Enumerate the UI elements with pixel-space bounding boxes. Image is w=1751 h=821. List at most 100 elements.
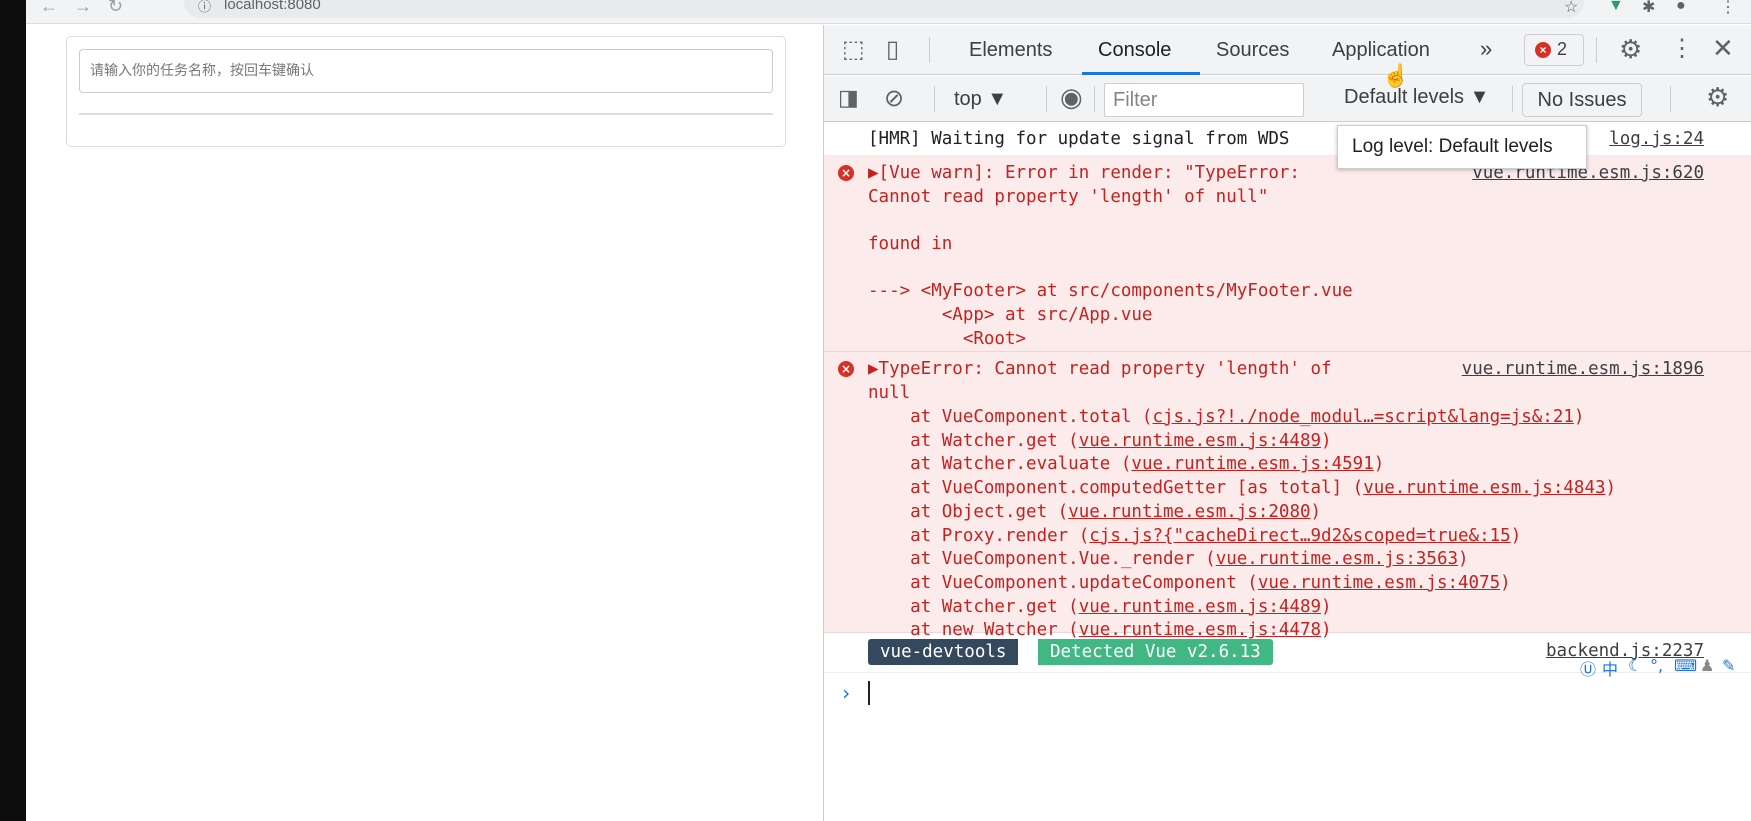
log-levels-dropdown[interactable]: Default levels ▼ xyxy=(1344,86,1489,109)
console-settings-gear-icon[interactable]: ⚙ xyxy=(1706,82,1729,113)
reload-icon[interactable]: ↻ xyxy=(108,0,123,17)
issues-button[interactable]: No Issues xyxy=(1522,83,1642,117)
error-line: Cannot read property 'length' of null" xyxy=(868,187,1269,207)
more-tabs-icon[interactable]: » xyxy=(1480,36,1492,62)
text-caret xyxy=(868,681,870,705)
separator xyxy=(934,86,935,112)
clear-console-icon[interactable]: ⊘ xyxy=(884,84,904,113)
error-line: found in xyxy=(868,234,953,254)
vue-devtools-badge: vue-devtools xyxy=(868,639,1019,665)
stack-frame-link[interactable]: cjs.js?!./node_modul…=script&lang=js&:21 xyxy=(1152,407,1573,427)
stack-frame: at Watcher.get (vue.runtime.esm.js:4489) xyxy=(868,429,1331,453)
log-message: [HMR] Waiting for update signal from WDS… xyxy=(824,122,1751,156)
wrench-icon[interactable]: ✎ xyxy=(1722,656,1735,675)
separator xyxy=(1512,86,1513,112)
keyboard-icon[interactable]: ⌨ xyxy=(1674,656,1697,675)
hand-cursor-icon: ☝ xyxy=(1382,63,1410,88)
devtools-tabbar: ⬚ ▯ Elements Console Sources Application… xyxy=(824,25,1751,75)
error-line: <Root> xyxy=(868,329,1027,349)
stack-frame-suffix: ) xyxy=(1373,454,1385,475)
separator xyxy=(1670,86,1671,112)
stack-frame-suffix: ) xyxy=(1310,501,1322,522)
todo-divider xyxy=(79,113,773,115)
stack-frame-text: at Watcher.get ( xyxy=(868,430,1079,451)
stack-frame-link[interactable]: vue.runtime.esm.js:4591 xyxy=(1131,454,1373,474)
stack-frame-suffix: ) xyxy=(1321,596,1332,617)
console-toolbar: ◨ ⊘ top ▼ ◉ Default levels ▼ No Issues ⚙ xyxy=(824,76,1751,122)
tab-application[interactable]: Application xyxy=(1332,39,1430,62)
log-level-tooltip: Log level: Default levels xyxy=(1337,125,1587,169)
more-options-icon[interactable]: ⋮ xyxy=(1670,34,1694,63)
stack-frame-link[interactable]: cjs.js?{"cacheDirect…9d2&scoped=true&:15 xyxy=(1089,526,1510,546)
tab-sources[interactable]: Sources xyxy=(1216,39,1289,62)
inspect-element-icon[interactable]: ⬚ xyxy=(842,35,865,64)
ime-logo-icon[interactable]: Ⓤ xyxy=(1580,656,1596,680)
stack-frame-link[interactable]: vue.runtime.esm.js:4843 xyxy=(1363,478,1605,498)
gear-icon[interactable]: ⚙ xyxy=(1619,34,1642,65)
stack-frame: at Watcher.get (vue.runtime.esm.js:4489) xyxy=(868,595,1332,619)
arrow-right-icon[interactable]: → xyxy=(74,0,92,17)
close-icon[interactable]: ✕ xyxy=(1712,33,1734,64)
todo-input[interactable] xyxy=(79,49,773,93)
log-text: [HMR] Waiting for update signal from WDS xyxy=(868,129,1290,149)
prompt-chevron-icon: › xyxy=(840,681,853,705)
devtools-panel: ⬚ ▯ Elements Console Sources Application… xyxy=(823,25,1751,821)
stack-frame-link[interactable]: vue.runtime.esm.js:4075 xyxy=(1258,573,1500,593)
sidebar-toggle-icon[interactable]: ◨ xyxy=(838,85,859,111)
profile-icon[interactable]: ● xyxy=(1676,0,1686,15)
stack-frame: at Proxy.render (cjs.js?{"cacheDirect…9d… xyxy=(868,524,1521,548)
error-count: 2 xyxy=(1557,39,1568,59)
error-line: ---> <MyFooter> at src/components/MyFoot… xyxy=(868,281,1353,301)
stack-frame: at Watcher.evaluate (vue.runtime.esm.js:… xyxy=(868,452,1384,476)
stack-frame: at VueComponent.total (cjs.js?!./node_mo… xyxy=(868,405,1584,429)
stack-frame-suffix: ) xyxy=(1605,478,1617,499)
browser-toolbar: ← → ↻ ⓘ localhost:8080 ☆ ▼ ✱ ● ⋮ xyxy=(26,0,1751,24)
device-toolbar-icon[interactable]: ▯ xyxy=(886,35,899,64)
error-icon: × xyxy=(1535,42,1551,58)
stack-frame-text: at Watcher.get ( xyxy=(868,596,1079,617)
star-icon[interactable]: ☆ xyxy=(1564,0,1578,17)
stack-frame: at VueComponent.updateComponent (vue.run… xyxy=(868,571,1511,595)
arrow-left-icon[interactable]: ← xyxy=(40,0,58,17)
source-link[interactable]: log.js:24 xyxy=(1609,127,1704,151)
error-line[interactable]: ▶TypeError: Cannot read property 'length… xyxy=(868,357,1332,381)
stack-frame-link[interactable]: vue.runtime.esm.js:3563 xyxy=(1216,549,1458,569)
error-line: null xyxy=(868,383,911,403)
moon-icon[interactable]: ☾ xyxy=(1628,656,1642,675)
puzzle-icon[interactable]: ✱ xyxy=(1642,0,1655,17)
error-line: <App> at src/App.vue xyxy=(868,305,1153,325)
separator xyxy=(1596,37,1597,63)
context-select[interactable]: top ▼ xyxy=(954,88,1007,111)
stack-frame-link[interactable]: vue.runtime.esm.js:4489 xyxy=(1079,597,1321,617)
menu-icon[interactable]: ⋮ xyxy=(1720,0,1736,17)
separator xyxy=(1046,86,1047,112)
vue-extension-icon[interactable]: ▼ xyxy=(1608,0,1624,15)
source-link[interactable]: vue.runtime.esm.js:1896 xyxy=(1462,357,1704,381)
separator xyxy=(929,37,930,63)
eye-icon[interactable]: ◉ xyxy=(1060,82,1083,113)
stack-frame-text: at VueComponent.total ( xyxy=(868,407,1153,427)
stack-frame-text: at VueComponent.updateComponent ( xyxy=(868,572,1258,593)
address-bar[interactable]: ⓘ localhost:8080 xyxy=(184,0,1584,18)
stack-frame-text: at Watcher.evaluate ( xyxy=(868,454,1132,475)
console-output: [HMR] Waiting for update signal from WDS… xyxy=(824,122,1751,821)
user-icon[interactable]: ♟ xyxy=(1700,656,1714,675)
filter-input[interactable] xyxy=(1104,83,1304,117)
tab-elements[interactable]: Elements xyxy=(969,39,1052,62)
tab-console[interactable]: Console xyxy=(1098,39,1171,62)
vue-detected-badge: Detected Vue v2.6.13 xyxy=(1038,639,1273,665)
address-url[interactable]: localhost:8080 xyxy=(224,0,321,13)
stack-frame-suffix: ) xyxy=(1573,407,1585,427)
stack-frame-link[interactable]: vue.runtime.esm.js:4489 xyxy=(1079,431,1321,451)
active-tab-indicator xyxy=(1082,72,1200,75)
info-icon[interactable]: ⓘ xyxy=(198,0,211,15)
error-message: × ▶[Vue warn]: Error in render: "TypeErr… xyxy=(824,156,1751,352)
todo-card xyxy=(66,36,786,147)
stack-frame-suffix: ) xyxy=(1500,572,1511,593)
error-line[interactable]: ▶[Vue warn]: Error in render: "TypeError… xyxy=(868,161,1300,185)
stack-frame-suffix: ) xyxy=(1510,525,1522,546)
punctuation-icon[interactable]: °, xyxy=(1650,656,1663,675)
ime-chinese-mode[interactable]: 中 xyxy=(1602,656,1618,680)
error-count-badge[interactable]: × 2 xyxy=(1524,34,1584,66)
stack-frame-link[interactable]: vue.runtime.esm.js:2080 xyxy=(1068,502,1310,522)
